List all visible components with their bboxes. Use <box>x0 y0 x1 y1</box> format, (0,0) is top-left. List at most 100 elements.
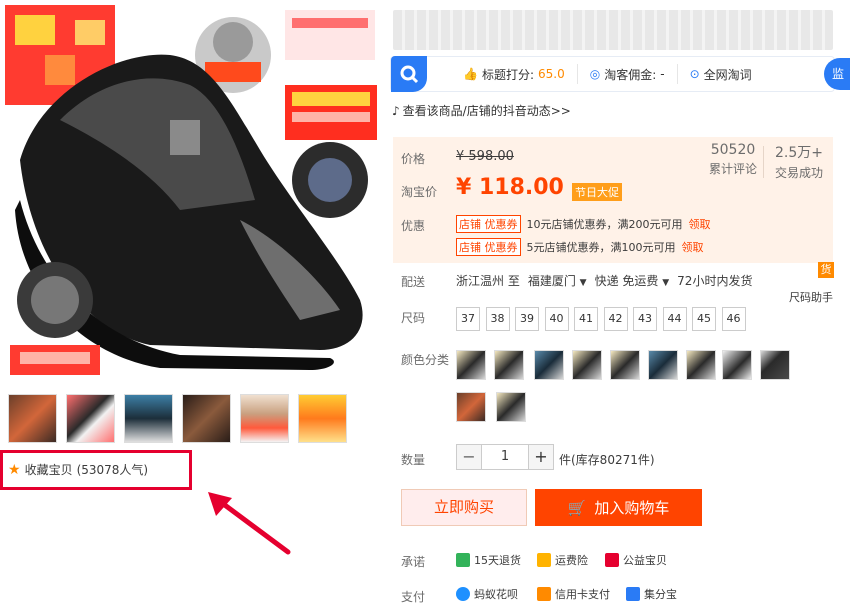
promise-item[interactable]: 运费险 <box>537 552 588 568</box>
favorite-count: (53078人气) <box>76 463 149 477</box>
size-option[interactable]: 38 <box>485 307 510 331</box>
search-words-label: 全网淘词 <box>703 67 752 82</box>
review-label: 累计评论 <box>708 162 757 176</box>
thumbnail[interactable] <box>298 394 347 443</box>
thumbnail[interactable] <box>8 394 57 443</box>
douyin-link[interactable]: ♪ 查看该商品/店铺的抖音动态>> <box>392 102 571 119</box>
size-option[interactable]: 37 <box>456 307 480 331</box>
ship-from: 浙江温州 至 <box>456 274 520 288</box>
add-to-cart-button[interactable]: 🛒 加入购物车 <box>535 489 702 526</box>
thumbnail[interactable] <box>240 394 289 443</box>
size-option[interactable]: 44 <box>662 307 687 331</box>
deal-stat: 2.5万+ 交易成功 <box>768 142 830 181</box>
goods-badge: 货 <box>818 262 834 278</box>
cart-icon: 🛒 <box>567 498 587 517</box>
promise-label: 承诺 <box>401 555 426 569</box>
quantity-label: 数量 <box>401 453 426 467</box>
favorite-label: 收藏宝贝 <box>24 463 73 477</box>
caret-down-icon: ▼ <box>579 278 587 288</box>
charity-icon <box>605 553 619 567</box>
color-swatch[interactable] <box>648 350 678 380</box>
shipping-row: 浙江温州 至 福建厦门 ▼ 快递 免运费 ▼ 72小时内发货 <box>456 272 752 289</box>
divider <box>763 146 764 178</box>
search-icon: ⊙ <box>689 67 700 81</box>
promise-item[interactable]: 公益宝贝 <box>605 552 667 568</box>
ship-to-select[interactable]: 福建厦门 ▼ <box>528 272 587 289</box>
thumbs-up-icon: 👍 <box>463 67 478 81</box>
size-option[interactable]: 46 <box>721 307 746 331</box>
coupon-text: 5元店铺优惠券，满100元可用 <box>526 241 676 254</box>
review-count: 50520 <box>710 142 756 158</box>
color-swatch[interactable] <box>572 350 602 380</box>
claim-coupon-link[interactable]: 领取 <box>689 216 711 232</box>
coupon-row: 店铺 优惠券 5元店铺优惠券，满100元可用 领取 <box>456 238 704 256</box>
color-swatch[interactable] <box>610 350 640 380</box>
add-to-cart-label: 加入购物车 <box>594 499 670 517</box>
ship-to: 福建厦门 <box>527 274 576 288</box>
promise-item[interactable]: 15天退货 <box>456 552 521 568</box>
taobao-price-label: 淘宝价 <box>401 185 438 199</box>
original-price: ¥ 598.00 <box>456 149 514 164</box>
size-option[interactable]: 41 <box>574 307 598 331</box>
size-option[interactable]: 45 <box>692 307 716 331</box>
credit-card-icon <box>537 587 551 601</box>
color-swatch[interactable] <box>496 392 526 422</box>
review-stat[interactable]: 50520 累计评论 <box>704 142 762 177</box>
color-swatch[interactable] <box>722 350 752 380</box>
color-swatch[interactable] <box>534 350 564 380</box>
favorite-button[interactable]: ★ 收藏宝贝 (53078人气) <box>8 461 148 478</box>
color-swatch[interactable] <box>760 350 790 380</box>
buy-now-button[interactable]: 立即购买 <box>401 489 527 526</box>
promise-text: 15天退货 <box>474 554 521 567</box>
rating-label: 标题打分: <box>481 67 534 82</box>
size-option[interactable]: 43 <box>633 307 657 331</box>
shipping-insurance-icon <box>537 553 551 567</box>
red-arrow-icon <box>208 492 291 555</box>
coupon-label: 优惠 <box>401 219 426 233</box>
title-rating[interactable]: 👍 标题打分: 65.0 <box>451 64 578 84</box>
thumbnail[interactable] <box>182 394 231 443</box>
stock-text: 件(库存80271件) <box>559 453 655 467</box>
taobao-price: ¥ 118.00 <box>456 175 564 200</box>
coupon-text: 10元店铺优惠券，满200元可用 <box>526 218 683 231</box>
jifenbao-icon <box>626 587 640 601</box>
database-icon: ◎ <box>589 67 601 81</box>
quantity-input[interactable]: 1 <box>482 444 528 470</box>
commission-value: - <box>660 67 665 81</box>
coupon-tag: 店铺 优惠券 <box>456 238 521 256</box>
monitor-label: 监 <box>832 67 845 81</box>
size-option[interactable]: 39 <box>515 307 539 331</box>
size-option[interactable]: 40 <box>544 307 569 331</box>
ship-time: 72小时内发货 <box>677 274 753 288</box>
thumbnail[interactable] <box>124 394 173 443</box>
color-swatch[interactable] <box>456 392 486 422</box>
price-label: 价格 <box>401 152 426 166</box>
belt-image <box>10 262 100 375</box>
thumbnail[interactable] <box>66 394 115 443</box>
size-helper-link[interactable]: 尺码助手 <box>789 289 833 305</box>
promise-text: 运费险 <box>555 554 588 567</box>
coupon-tag: 店铺 优惠券 <box>456 215 521 233</box>
monitor-side-button[interactable]: 监 <box>824 58 850 90</box>
size-option[interactable]: 42 <box>603 307 628 331</box>
quantity-plus-button[interactable]: + <box>528 444 554 470</box>
deal-label: 交易成功 <box>774 166 823 180</box>
express-select[interactable]: 快递 免运费 ▼ <box>595 272 670 289</box>
color-swatch[interactable] <box>686 350 716 380</box>
color-swatch[interactable] <box>494 350 524 380</box>
quantity-minus-button[interactable]: − <box>456 444 482 470</box>
product-title-blurred <box>393 10 833 50</box>
commission-label: 淘客佣金: <box>604 67 657 82</box>
commission[interactable]: ◎ 淘客佣金: - <box>578 64 678 84</box>
search-words-button[interactable]: ⊙ 全网淘词 <box>678 64 764 84</box>
rating-value: 65.0 <box>538 67 565 81</box>
product-main-image[interactable] <box>0 0 385 385</box>
color-swatch[interactable] <box>456 350 486 380</box>
plugin-toolbar: 👍 标题打分: 65.0 ◎ 淘客佣金: - ⊙ 全网淘词 <box>390 56 835 92</box>
claim-coupon-link[interactable]: 领取 <box>682 239 704 255</box>
huabei-icon <box>456 587 470 601</box>
festival-badge: 节日大促 <box>572 183 622 201</box>
coupon-row: 店铺 优惠券 10元店铺优惠券，满200元可用 领取 <box>456 215 711 233</box>
douyin-text: 查看该商品/店铺的抖音动态>> <box>402 104 571 118</box>
plugin-logo-icon[interactable] <box>391 56 427 92</box>
